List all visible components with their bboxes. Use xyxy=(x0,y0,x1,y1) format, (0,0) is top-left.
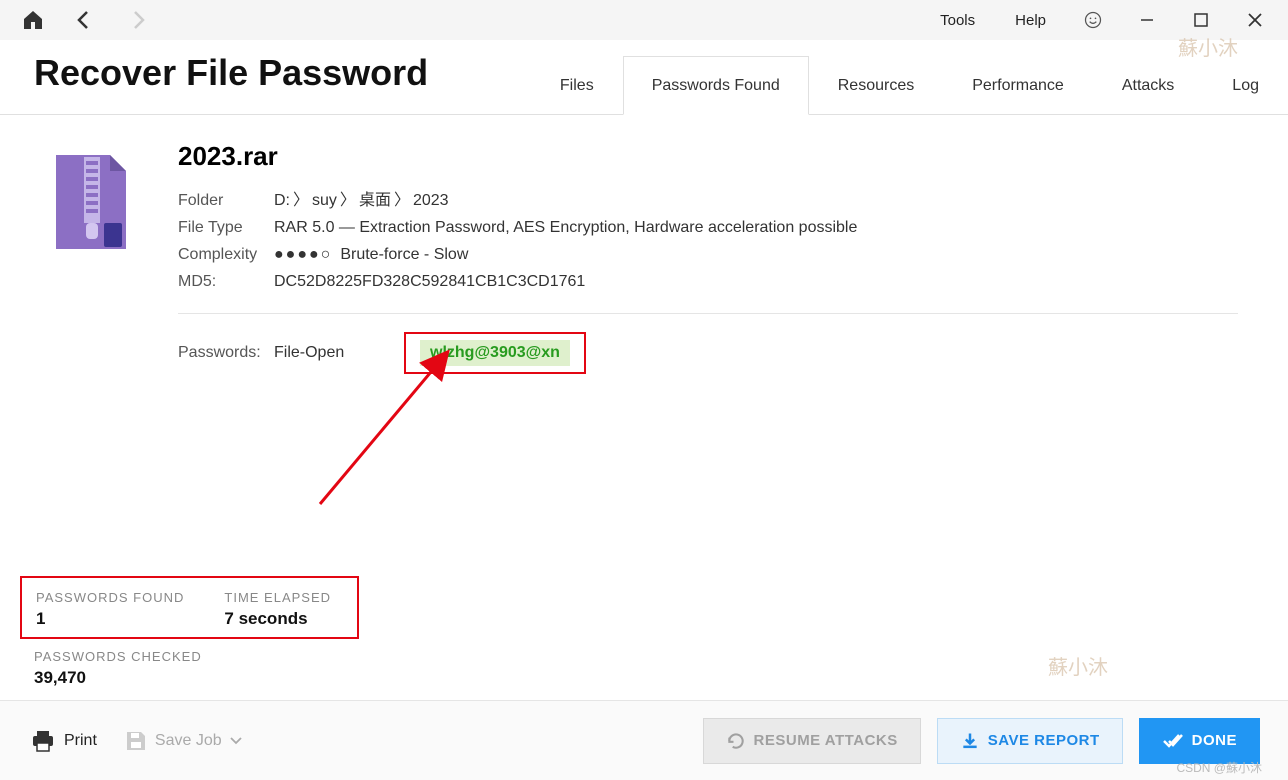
tab-files[interactable]: Files xyxy=(531,56,623,115)
done-label: DONE xyxy=(1192,732,1237,749)
header: Recover File Password Files Passwords Fo… xyxy=(0,40,1288,115)
stat-passwords-found: PASSWORDS FOUND 1 xyxy=(36,590,184,629)
chevron-right-icon: 〉 xyxy=(340,192,356,209)
refresh-icon xyxy=(726,731,746,751)
rar-file-icon xyxy=(50,141,170,374)
meta-filetype-value: RAR 5.0 — Extraction Password, AES Encry… xyxy=(274,215,857,241)
resume-label: RESUME ATTACKS xyxy=(754,732,898,749)
tab-resources[interactable]: Resources xyxy=(809,56,943,115)
breadcrumb-part: D: xyxy=(274,192,290,209)
forward-icon xyxy=(124,8,150,32)
stat-time-elapsed: TIME ELAPSED 7 seconds xyxy=(224,590,331,629)
print-button[interactable]: Print xyxy=(30,730,97,752)
back-icon[interactable] xyxy=(72,8,98,32)
stat-value: 1 xyxy=(36,609,184,629)
content: 2023.rar Folder D:〉suy〉桌面〉2023 File Type… xyxy=(0,115,1288,374)
tab-attacks[interactable]: Attacks xyxy=(1093,56,1203,115)
save-icon xyxy=(125,730,147,752)
smile-icon[interactable] xyxy=(1070,0,1116,40)
divider xyxy=(178,313,1238,314)
checkmark-icon xyxy=(1162,732,1184,750)
bottom-bar: Print Save Job RESUME ATTACKS SAVE REPOR… xyxy=(0,700,1288,780)
nav-icons xyxy=(20,8,150,32)
resume-attacks-button: RESUME ATTACKS xyxy=(703,718,921,764)
meta-complexity-label: Complexity xyxy=(178,242,274,268)
watermark: 蘇小沐 xyxy=(1178,32,1238,61)
minimize-icon[interactable] xyxy=(1124,0,1170,40)
menu-help[interactable]: Help xyxy=(999,6,1062,35)
passwords-label: Passwords: xyxy=(178,344,274,362)
tab-log[interactable]: Log xyxy=(1203,56,1288,115)
stats-highlight-box: PASSWORDS FOUND 1 TIME ELAPSED 7 seconds xyxy=(20,576,359,639)
stat-value: 39,470 xyxy=(34,668,359,688)
download-icon xyxy=(960,731,980,751)
details: 2023.rar Folder D:〉suy〉桌面〉2023 File Type… xyxy=(178,141,1238,374)
password-highlight-box: wlzhg@3903@xn xyxy=(404,332,586,374)
done-button[interactable]: DONE xyxy=(1139,718,1260,764)
file-name: 2023.rar xyxy=(178,141,1238,172)
watermark-csdn: CSDN @蘇小沐 xyxy=(1176,759,1262,776)
password-value[interactable]: wlzhg@3903@xn xyxy=(420,340,570,366)
printer-icon xyxy=(30,730,56,752)
stat-passwords-checked: PASSWORDS CHECKED 39,470 xyxy=(20,649,359,688)
password-row: Passwords: File-Open wlzhg@3903@xn xyxy=(178,332,1238,374)
meta-md5: MD5: DC52D8225FD328C592841CB1C3CD1761 xyxy=(178,269,1238,295)
stat-label: PASSWORDS CHECKED xyxy=(34,649,359,664)
password-type: File-Open xyxy=(274,344,404,362)
stats: PASSWORDS FOUND 1 TIME ELAPSED 7 seconds… xyxy=(20,576,359,688)
save-job-button: Save Job xyxy=(125,730,242,752)
meta-folder: Folder D:〉suy〉桌面〉2023 xyxy=(178,188,1238,214)
print-label: Print xyxy=(64,732,97,750)
stat-value: 7 seconds xyxy=(224,609,331,629)
breadcrumb: D:〉suy〉桌面〉2023 xyxy=(274,188,449,214)
tab-passwords-found[interactable]: Passwords Found xyxy=(623,56,809,115)
chevron-right-icon: 〉 xyxy=(293,192,309,209)
page-title: Recover File Password xyxy=(34,52,468,114)
save-job-label: Save Job xyxy=(155,732,222,750)
title-bar: Tools Help xyxy=(0,0,1288,40)
close-icon[interactable] xyxy=(1232,0,1278,40)
tab-performance[interactable]: Performance xyxy=(943,56,1093,115)
meta-md5-label: MD5: xyxy=(178,269,274,295)
chevron-right-icon: 〉 xyxy=(394,192,410,209)
meta-complexity-value: ●●●●○Brute-force - Slow xyxy=(274,242,468,268)
meta-md5-value: DC52D8225FD328C592841CB1C3CD1761 xyxy=(274,269,585,295)
meta-folder-label: Folder xyxy=(178,188,274,214)
breadcrumb-part: 2023 xyxy=(413,192,449,209)
menu-tools[interactable]: Tools xyxy=(924,6,991,35)
save-report-button[interactable]: SAVE REPORT xyxy=(937,718,1123,764)
home-icon[interactable] xyxy=(20,8,46,32)
tabs: Files Passwords Found Resources Performa… xyxy=(531,56,1288,114)
chevron-down-icon xyxy=(230,737,242,745)
watermark: 蘇小沐 xyxy=(1048,651,1108,680)
meta-complexity: Complexity ●●●●○Brute-force - Slow xyxy=(178,242,1238,268)
complexity-dots-icon: ●●●●○ xyxy=(274,246,332,263)
meta-filetype: File Type RAR 5.0 — Extraction Password,… xyxy=(178,215,1238,241)
stat-label: PASSWORDS FOUND xyxy=(36,590,184,605)
breadcrumb-part: 桌面 xyxy=(359,192,391,209)
meta-filetype-label: File Type xyxy=(178,215,274,241)
breadcrumb-part: suy xyxy=(312,192,337,209)
stat-label: TIME ELAPSED xyxy=(224,590,331,605)
save-report-label: SAVE REPORT xyxy=(988,732,1100,749)
